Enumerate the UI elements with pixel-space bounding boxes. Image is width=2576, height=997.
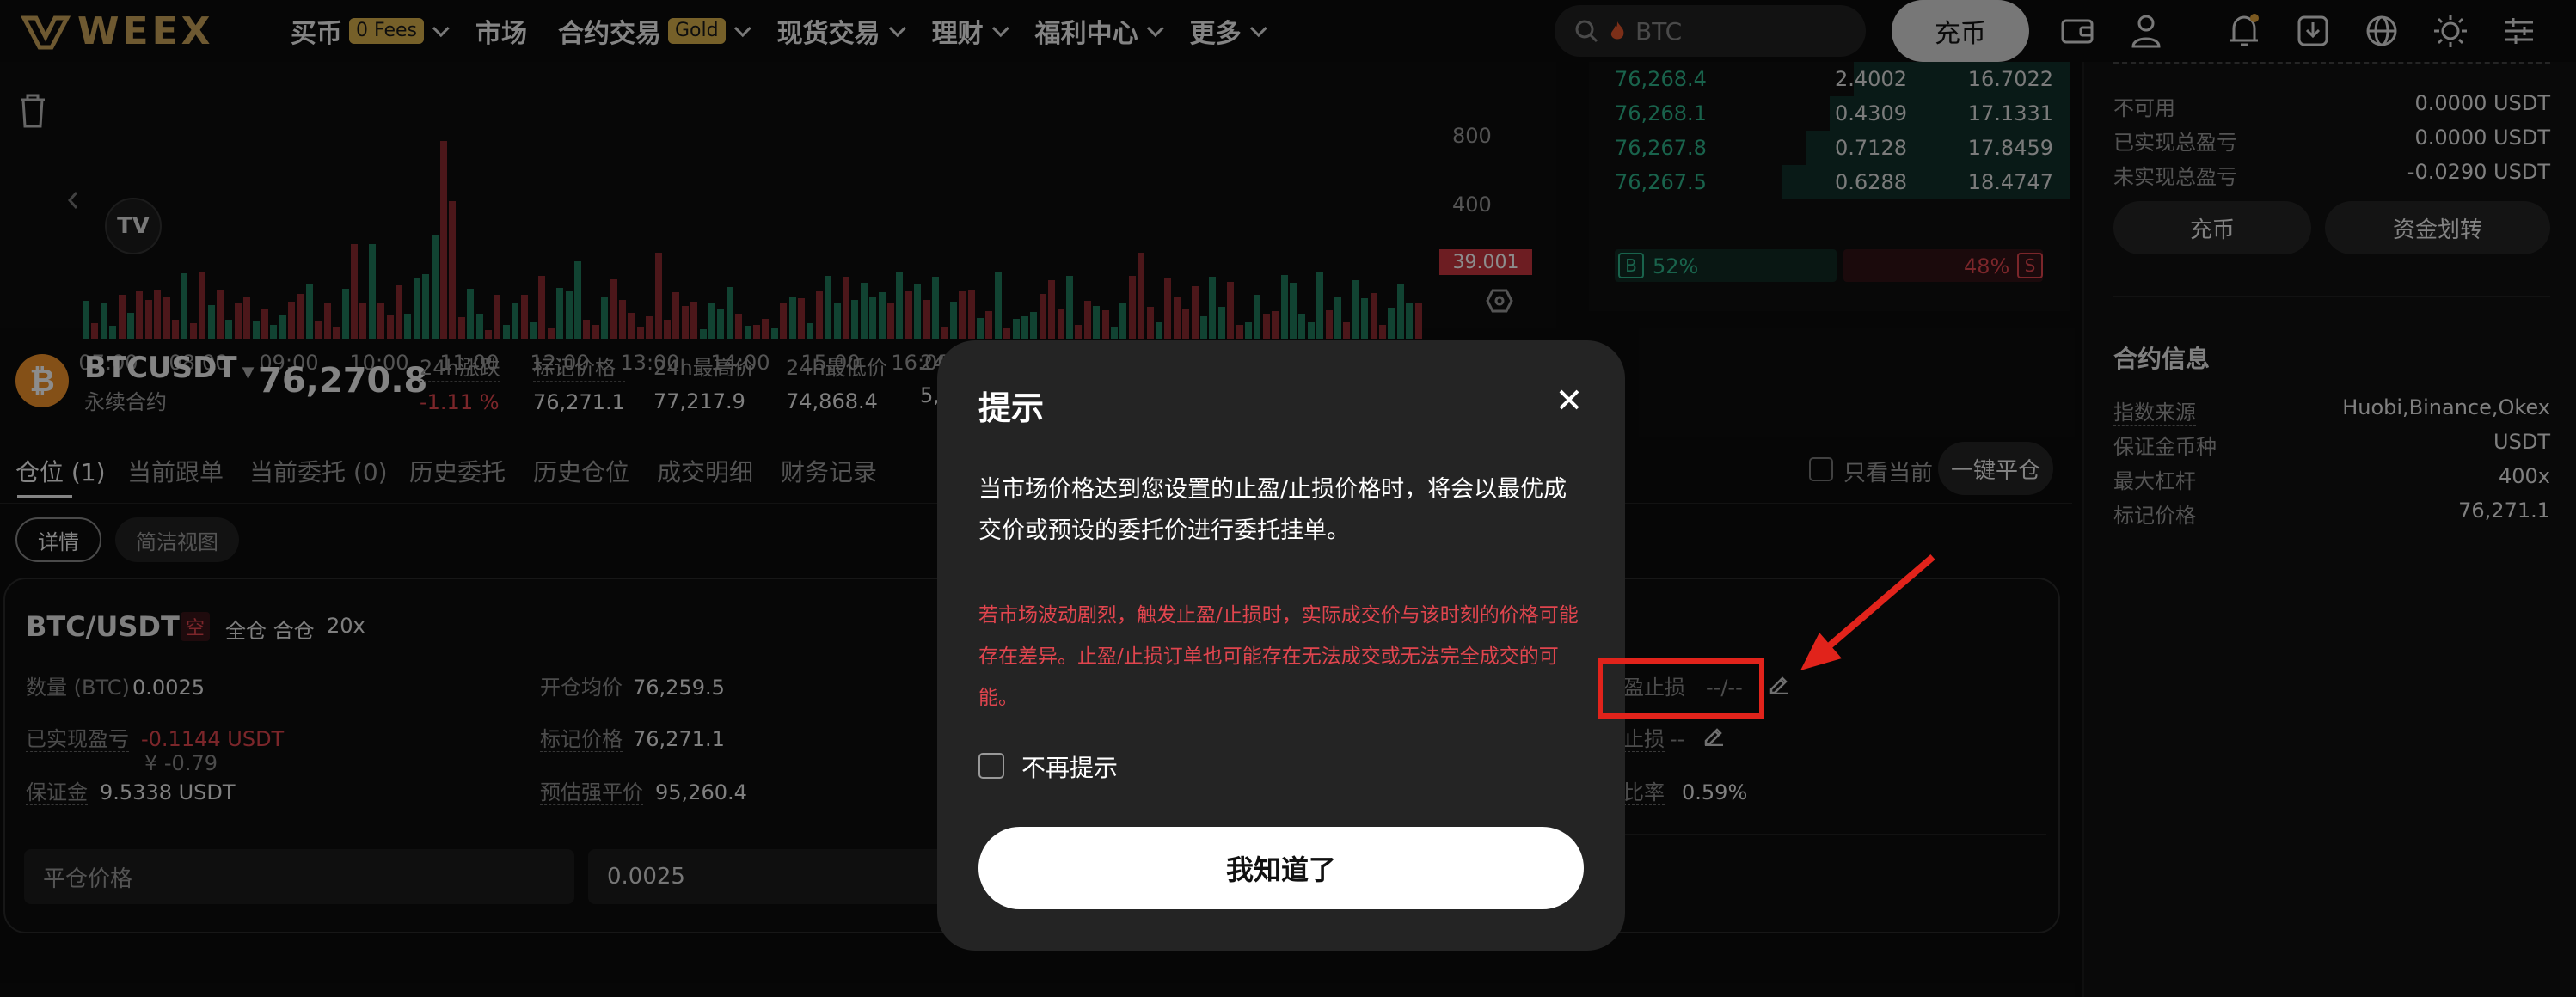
- modal-body: 当市场价格达到您设置的止盈/止损价格时，将会以最优成交价或预设的委托价进行委托挂…: [978, 476, 1567, 544]
- annotation-arrow-icon: [1800, 554, 1935, 670]
- modal-title: 提示: [978, 389, 1045, 427]
- dont-show-again-label: 不再提示: [1021, 754, 1119, 782]
- tpsl-tip-modal: 提示 当市场价格达到您设置的止盈/止损价格时，将会以最优成交价或预设的委托价进行…: [937, 340, 1625, 951]
- got-it-button[interactable]: 我知道了: [978, 827, 1584, 909]
- close-icon[interactable]: [1548, 378, 1591, 421]
- dont-show-again-checkbox[interactable]: [978, 753, 1004, 779]
- modal-warning: 若市场波动剧烈，触发止盈/止损时，实际成交价与该时刻的价格可能存在差异。止盈/止…: [978, 604, 1579, 709]
- annotation-highlight-box: [1598, 658, 1764, 719]
